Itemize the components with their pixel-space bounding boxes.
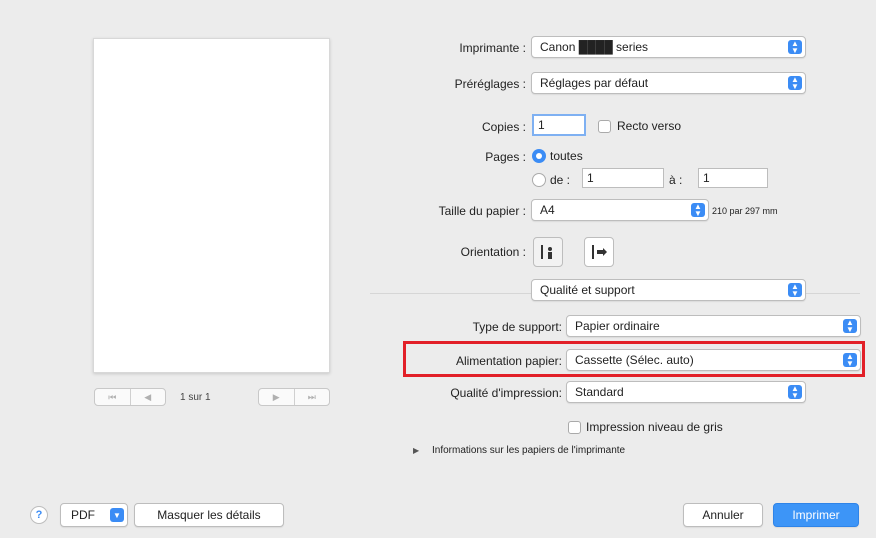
- printer-value: Canon ████ series: [540, 40, 649, 54]
- chevron-updown-icon: ▲ ▼: [788, 385, 802, 400]
- pdf-button[interactable]: PDF ▼: [60, 503, 128, 527]
- presets-value: Réglages par défaut: [540, 76, 649, 90]
- presets-label: Préréglages :: [454, 77, 526, 91]
- printer-label: Imprimante :: [459, 41, 526, 55]
- pages-to-input[interactable]: 1: [698, 168, 768, 188]
- portrait-icon: [541, 245, 552, 259]
- media-type-select[interactable]: Papier ordinaire ▲ ▼: [566, 315, 861, 337]
- print-quality-select[interactable]: Standard ▲ ▼: [566, 381, 806, 403]
- last-page-icon[interactable]: ⏭: [293, 389, 330, 405]
- copies-label: Copies :: [481, 120, 526, 134]
- cancel-button[interactable]: Annuler: [683, 503, 763, 527]
- first-page-icon[interactable]: ⏮: [95, 389, 130, 405]
- page-preview: [93, 38, 330, 373]
- portrait-button[interactable]: [533, 237, 563, 267]
- pages-range-radio[interactable]: [532, 173, 546, 187]
- help-button[interactable]: ?: [30, 506, 48, 524]
- print-quality-value: Standard: [575, 385, 624, 399]
- chevron-updown-icon: ▲ ▼: [788, 283, 802, 298]
- next-page-icon[interactable]: ▶: [259, 389, 294, 405]
- chevron-updown-icon: ▲ ▼: [691, 203, 705, 218]
- paper-info-label[interactable]: Informations sur les papiers de l'imprim…: [432, 445, 625, 456]
- hide-details-button[interactable]: Masquer les détails: [134, 503, 284, 527]
- media-type-value: Papier ordinaire: [575, 319, 660, 333]
- grayscale-checkbox[interactable]: [568, 421, 581, 434]
- paper-size-value: A4: [540, 203, 555, 217]
- paper-size-label: Taille du papier :: [438, 204, 526, 218]
- media-type-label: Type de support:: [472, 320, 562, 334]
- prev-page-icon[interactable]: ◀: [129, 389, 166, 405]
- highlight-box: [403, 341, 865, 377]
- page-count: 1 sur 1: [180, 392, 211, 403]
- pages-all-radio[interactable]: [532, 149, 546, 163]
- paper-dimensions: 210 par 297 mm: [712, 206, 778, 216]
- chevron-down-icon: ▼: [110, 508, 124, 522]
- disclosure-triangle-icon[interactable]: ▶: [413, 446, 419, 455]
- pages-all-label: toutes: [550, 149, 583, 163]
- pages-label: Pages :: [485, 150, 526, 164]
- section-select[interactable]: Qualité et support ▲ ▼: [531, 279, 806, 301]
- chevron-updown-icon: ▲ ▼: [843, 319, 857, 334]
- printer-select[interactable]: Canon ████ series ▲ ▼: [531, 36, 806, 58]
- landscape-icon: [592, 245, 607, 259]
- landscape-button[interactable]: [584, 237, 614, 267]
- copies-input[interactable]: 1: [532, 114, 586, 136]
- presets-select[interactable]: Réglages par défaut ▲ ▼: [531, 72, 806, 94]
- duplex-label: Recto verso: [617, 119, 682, 133]
- print-button[interactable]: Imprimer: [773, 503, 859, 527]
- orientation-label: Orientation :: [460, 245, 526, 259]
- pages-from-input[interactable]: 1: [582, 168, 664, 188]
- duplex-checkbox[interactable]: [598, 120, 611, 133]
- grayscale-label: Impression niveau de gris: [586, 420, 723, 434]
- print-quality-label: Qualité d'impression:: [450, 386, 562, 400]
- pages-from-label: de :: [550, 173, 571, 187]
- preview-nav-forward[interactable]: ▶ ⏭: [258, 388, 330, 406]
- chevron-updown-icon: ▲ ▼: [788, 40, 802, 55]
- pdf-label: PDF: [71, 508, 95, 522]
- section-value: Qualité et support: [540, 283, 635, 297]
- chevron-updown-icon: ▲ ▼: [788, 76, 802, 91]
- pages-to-label: à :: [669, 173, 683, 187]
- preview-nav-back[interactable]: ⏮ ◀: [94, 388, 166, 406]
- paper-size-select[interactable]: A4 ▲ ▼: [531, 199, 709, 221]
